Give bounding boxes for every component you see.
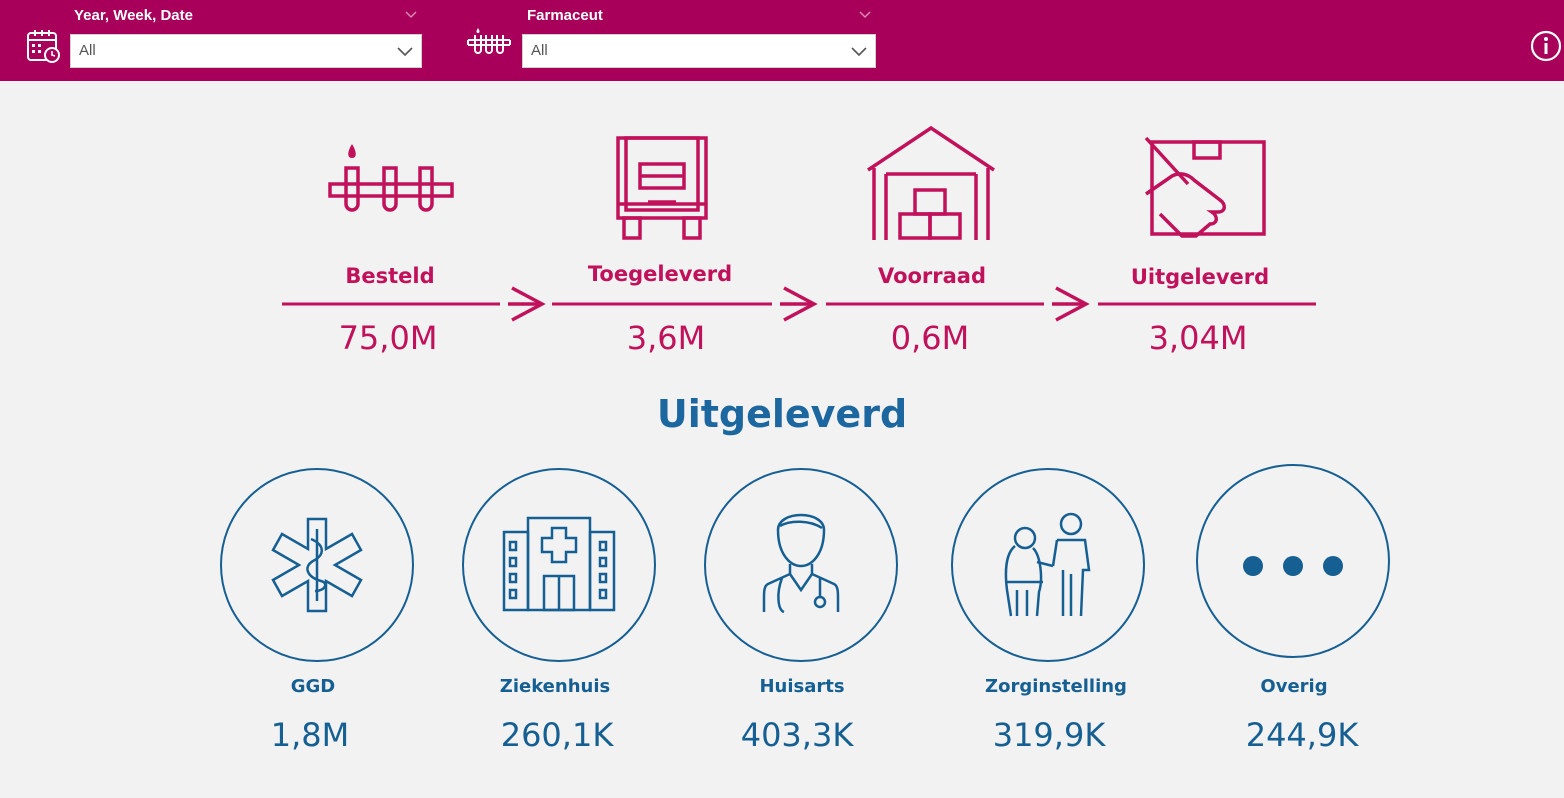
pharma-filter-label: Farmaceut — [527, 7, 603, 24]
category-label-overig: Overig — [1260, 676, 1328, 697]
category-value-ziekenhuis: 260,1K — [500, 716, 614, 754]
doctor-icon — [762, 513, 840, 614]
chevron-down-icon[interactable] — [849, 41, 869, 61]
chevron-down-icon — [405, 11, 417, 19]
category-label-ggd: GGD — [290, 676, 336, 697]
pharma-filter-select[interactable]: All — [522, 34, 876, 68]
funnel-value-toegeleverd: 3,6M — [626, 319, 706, 357]
funnel-value-uitgeleverd: 3,04M — [1148, 319, 1248, 357]
category-label-huisarts: Huisarts — [759, 676, 845, 697]
star-of-life-icon — [271, 517, 363, 613]
category-circle-overig[interactable] — [1196, 464, 1390, 658]
chevron-down-icon — [859, 11, 871, 19]
funnel-label-besteld: Besteld — [345, 264, 435, 288]
category-circle-ziekenhuis[interactable] — [462, 468, 656, 662]
category-value-overig: 244,9K — [1245, 716, 1359, 754]
funnel-value-besteld: 75,0M — [338, 319, 438, 357]
funnel-label-voorraad: Voorraad — [877, 264, 987, 288]
date-filter-value: All — [79, 42, 96, 59]
vial-rack-icon — [328, 144, 454, 212]
warehouse-icon — [867, 125, 995, 240]
funnel-label-uitgeleverd: Uitgeleverd — [1130, 265, 1270, 289]
info-icon[interactable] — [1530, 30, 1562, 62]
section-title: Uitgeleverd — [656, 392, 908, 436]
chevron-down-icon[interactable] — [395, 41, 415, 61]
truck-icon — [616, 136, 708, 240]
category-label-zorginstelling: Zorginstelling — [985, 676, 1127, 697]
category-circle-zorginstelling[interactable] — [951, 468, 1145, 662]
hand-package-icon — [1144, 136, 1266, 238]
date-filter-label: Year, Week, Date — [74, 7, 193, 24]
calendar-clock-icon — [27, 30, 60, 63]
vial-rack-icon — [467, 28, 511, 54]
filter-bar: Year, Week, Date All Farmaceut All — [0, 0, 1564, 81]
category-value-ggd: 1,8M — [270, 716, 350, 754]
category-circle-huisarts[interactable] — [704, 468, 898, 662]
date-filter-select[interactable]: All — [70, 34, 422, 68]
pharma-filter-value: All — [531, 42, 548, 59]
category-label-ziekenhuis: Ziekenhuis — [499, 676, 611, 697]
category-circle-ggd[interactable] — [220, 468, 414, 662]
more-dots-icon — [1243, 556, 1343, 576]
funnel-value-voorraad: 0,6M — [890, 319, 970, 357]
hospital-icon — [502, 516, 616, 612]
funnel-label-toegeleverd: Toegeleverd — [587, 262, 733, 286]
category-value-huisarts: 403,3K — [740, 716, 854, 754]
elderly-care-icon — [1004, 512, 1091, 617]
category-value-zorginstelling: 319,9K — [992, 716, 1106, 754]
